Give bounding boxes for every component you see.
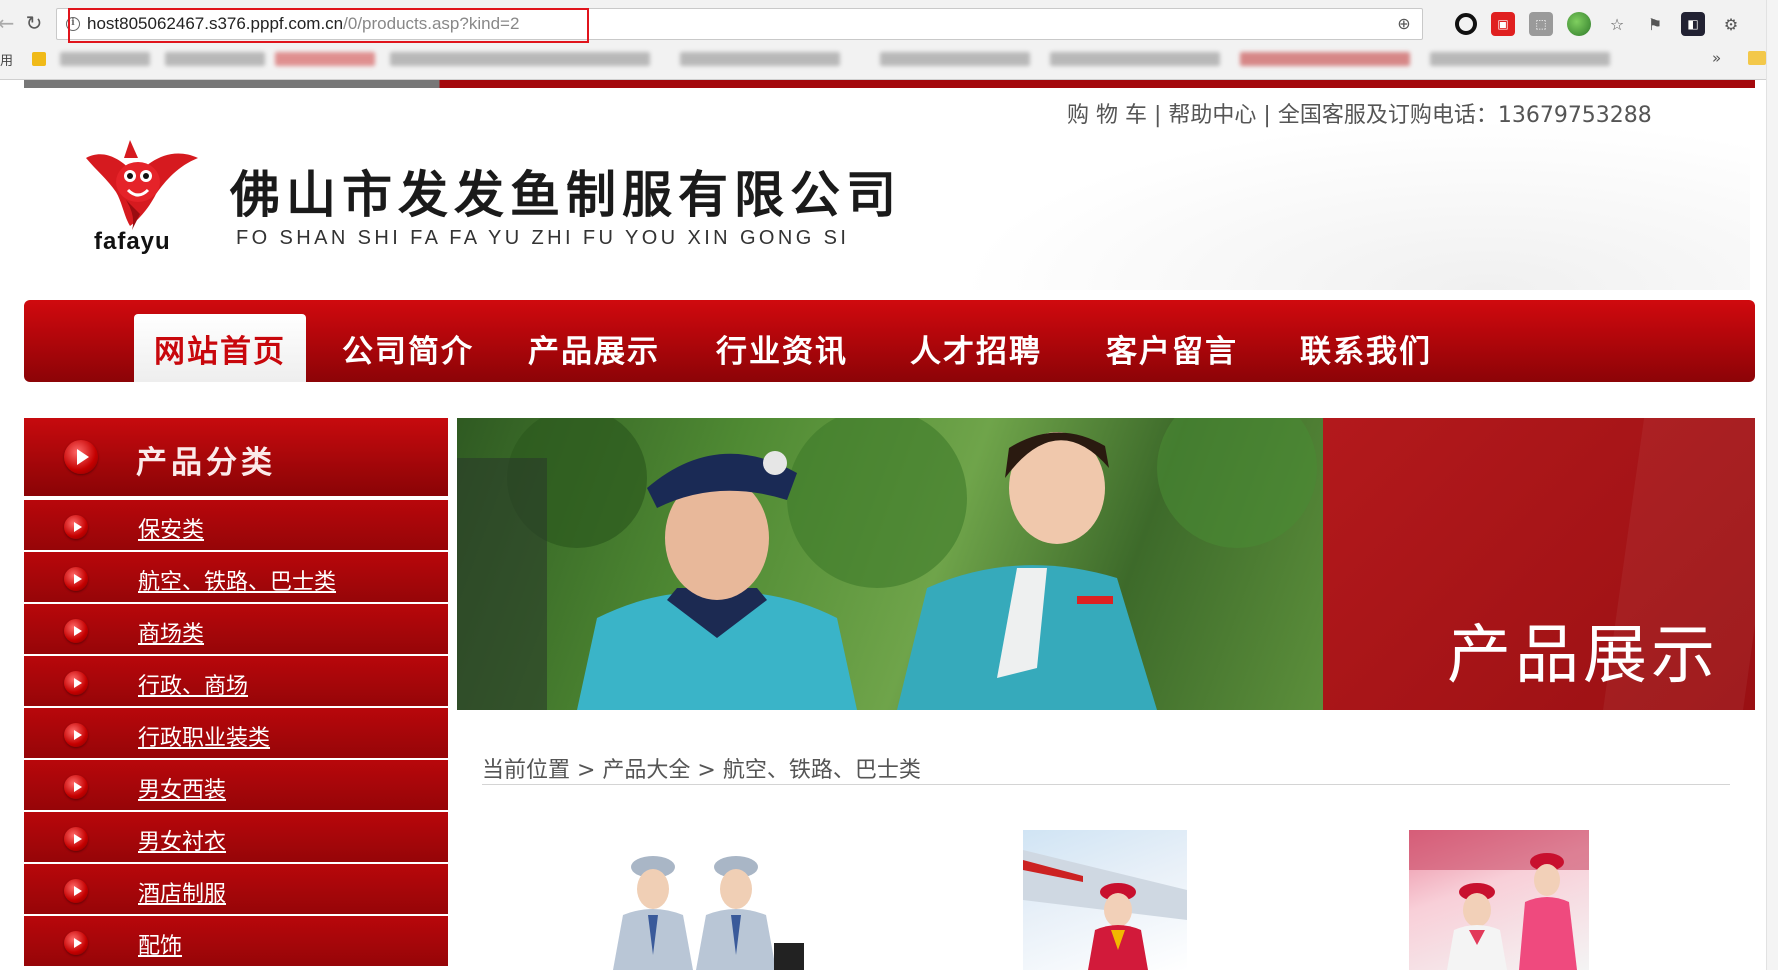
folder-icon[interactable] [1748,51,1766,65]
category-link[interactable]: 配饰 [138,928,182,960]
browser-toolbar: ← ↻ i host805062467.s376.pppf.com.cn/0/p… [0,0,1778,80]
play-icon [64,440,98,474]
nav-jobs[interactable]: 人才招聘 [896,314,1056,382]
nav-messages[interactable]: 客户留言 [1092,314,1252,382]
profile-icon[interactable]: ◧ [1681,12,1705,36]
bookmark-item[interactable] [1240,52,1410,66]
play-icon [64,515,88,539]
brand-word: fafayu [94,228,171,255]
product-thumbnail[interactable] [1023,830,1187,970]
category-link[interactable]: 男女西装 [138,772,226,804]
category-link[interactable]: 行政职业装类 [138,720,270,752]
obs-icon[interactable] [1455,13,1477,35]
bookmarks-bar: 用 » [0,44,1778,74]
category-link[interactable]: 航空、铁路、巴士类 [138,564,336,596]
category-link[interactable]: 酒店制服 [138,876,226,908]
separator: | [1256,103,1278,128]
category-item-shirts[interactable]: 男女衬衣 [24,812,448,864]
play-icon [64,931,88,955]
bookmark-item[interactable] [165,52,265,66]
category-item-hotel[interactable]: 酒店制服 [24,864,448,916]
bookmark-item[interactable] [1430,52,1610,66]
bookmark-star-icon[interactable] [32,52,46,66]
nav-contact[interactable]: 联系我们 [1286,314,1446,382]
play-icon [64,775,88,799]
product-thumbnail[interactable] [578,855,804,970]
bookmark-item[interactable] [390,52,650,66]
play-icon [64,671,88,695]
scrollbar[interactable] [1766,0,1778,970]
company-name: 佛山市发发鱼制服有限公司 [230,165,902,224]
category-item-security[interactable]: 保安类 [24,500,448,552]
site-logo[interactable]: fafayu 佛山市发发鱼制服有限公司 FO SHAN SHI FA FA YU… [78,130,896,260]
sidebar-header: 产品分类 [24,418,448,498]
category-item-office-wear[interactable]: 行政职业装类 [24,708,448,760]
bookmarks-more-icon[interactable]: » [1712,49,1721,67]
category-link[interactable]: 商场类 [138,616,204,648]
category-link[interactable]: 行政、商场 [138,668,248,700]
globe-icon[interactable] [1567,12,1591,36]
reload-icon[interactable]: ↻ [20,9,48,37]
product-thumbnail[interactable] [1409,830,1589,970]
page-banner: 产品展示 [457,418,1755,710]
banner-photo [457,418,1323,710]
play-icon [64,827,88,851]
category-link[interactable]: 男女衬衣 [138,824,226,856]
sidebar-title: 产品分类 [136,445,276,481]
play-icon [64,619,88,643]
category-item-suits[interactable]: 男女西装 [24,760,448,812]
category-item-admin-mall[interactable]: 行政、商场 [24,656,448,708]
top-links: 购 物 车 | 帮助中心 | 全国客服及订购电话：13679753288 [1067,97,1652,129]
bookmark-item[interactable] [1050,52,1220,66]
back-icon[interactable]: ← [0,9,20,37]
zoom-icon[interactable]: ⊕ [1394,14,1414,34]
nav-products[interactable]: 产品展示 [514,314,674,382]
airline-uniform-image [1023,850,1187,970]
help-link[interactable]: 帮助中心 [1168,103,1256,128]
company-pinyin: FO SHAN SHI FA FA YU ZHI FU YOU XIN GONG… [236,227,850,249]
fish-logo-icon [86,140,198,230]
play-icon [64,567,88,591]
nav-home[interactable]: 网站首页 [134,314,306,382]
top-accent-strip [24,80,1755,88]
flight-attendants-image [613,856,804,970]
breadcrumb-divider [482,784,1730,785]
category-item-mall[interactable]: 商场类 [24,604,448,656]
bookmark-item[interactable] [680,52,840,66]
url-highlight-box [68,8,589,43]
play-icon [64,879,88,903]
pdf-icon[interactable]: ⬚ [1529,12,1553,36]
bookmark-item[interactable] [60,52,150,66]
hotline-text: 全国客服及订购电话：13679753288 [1277,103,1652,128]
bookmark-item[interactable] [880,52,1030,66]
category-item-aviation[interactable]: 航空、铁路、巴士类 [24,552,448,604]
separator: | [1147,103,1169,128]
category-item-accessories[interactable]: 配饰 [24,916,448,968]
bookmark-item[interactable] [275,52,375,66]
category-list: 保安类 航空、铁路、巴士类 商场类 行政、商场 行政职业装类 男女西装 男女衬衣… [24,500,448,968]
extension-icons: ▣ ⬚ ☆ ⚑ ◧ ⚙ [1455,10,1743,38]
banner-title: 产品展示 [1447,619,1719,693]
breadcrumb: 当前位置 > 产品大全 > 航空、铁路、巴士类 [482,758,921,783]
nav-news[interactable]: 行业资讯 [702,314,862,382]
bookmark-icon[interactable]: ⚑ [1643,12,1667,36]
star-icon[interactable]: ☆ [1605,12,1629,36]
product-category-sidebar: 产品分类 保安类 航空、铁路、巴士类 商场类 行政、商场 行政职业装类 男女西装… [24,418,448,970]
apps-label[interactable]: 用 [0,50,13,69]
hostess-uniform-image [1409,830,1589,970]
nav-about[interactable]: 公司简介 [328,314,488,382]
red-extension-icon[interactable]: ▣ [1491,12,1515,36]
category-link[interactable]: 保安类 [138,512,204,544]
uniform-models-image [457,418,1317,710]
main-navigation: 网站首页 公司简介 产品展示 行业资讯 人才招聘 客户留言 联系我们 [24,300,1755,382]
settings-icon[interactable]: ⚙ [1719,12,1743,36]
play-icon [64,723,88,747]
cart-link[interactable]: 购 物 车 [1067,103,1147,128]
